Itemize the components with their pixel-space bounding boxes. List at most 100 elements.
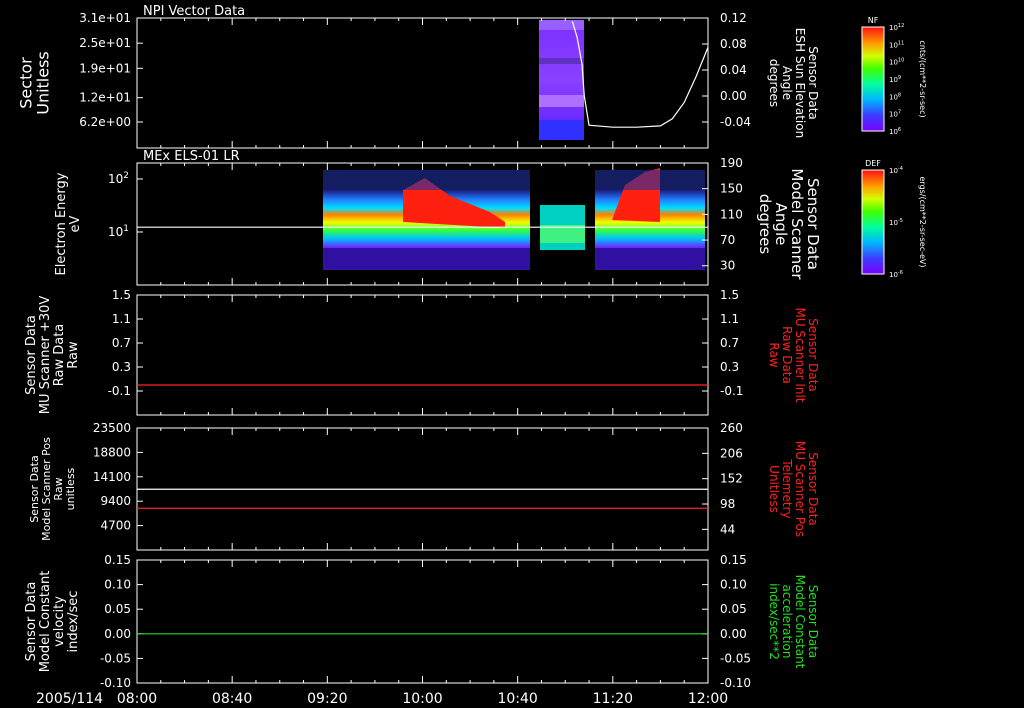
- y-axis-label-right: Raw Data: [780, 326, 794, 384]
- y-axis-label-left: Electron Energy: [54, 172, 69, 275]
- y-tick-label-right: 0.10: [720, 578, 747, 592]
- y-axis-label-right: Sensor Data: [806, 452, 820, 526]
- colorbar-tick-label: 10-5: [889, 218, 903, 227]
- y-tick-label-left: 6.2e+00: [79, 115, 131, 129]
- colorbar-unit-label: ergs/(cm**2-sr-sec-eV): [918, 176, 927, 267]
- y-axis-label-left: unitless: [64, 467, 77, 510]
- y-tick-label-right: 0.3: [720, 360, 739, 374]
- y-axis-label-right: Unitless: [767, 465, 781, 513]
- y-tick-label-right: 150: [720, 182, 743, 196]
- y-tick-label-right: 152: [720, 472, 743, 486]
- panel-title: MEx ELS-01 LR: [143, 149, 240, 164]
- y-tick-label-right: 0.04: [720, 63, 747, 77]
- colorbar-title: DEF: [865, 159, 881, 168]
- y-axis-label-right: Raw: [767, 342, 781, 367]
- y-tick-label-left: 3.1e+01: [79, 11, 131, 25]
- colorbar-tick-label: 1010: [889, 58, 904, 67]
- y-tick-label-right: 44: [720, 522, 735, 536]
- y-axis-label-right: Model Constant: [793, 575, 807, 669]
- y-axis-label-left: Model Constant: [38, 571, 53, 673]
- y-tick-label-left: -0.1: [108, 384, 131, 398]
- y-axis-label-right: Sensor Data: [806, 585, 820, 659]
- y-axis-label-right: index/sec**2: [767, 583, 781, 660]
- colorbar-tick-label: 107: [889, 110, 901, 119]
- y-axis-label-left: Sensor Data: [24, 315, 39, 395]
- y-axis-label-left: velocity: [52, 596, 67, 647]
- y-axis-label-right: Angle: [780, 66, 794, 100]
- y-axis-label-right: Sensor Data: [806, 46, 820, 120]
- y-tick-label-left: 1.1: [112, 312, 131, 326]
- y-axis-label-right: degrees: [756, 194, 774, 255]
- time-tick-label: 10:40: [497, 691, 537, 707]
- y-tick-label-left: 14100: [93, 470, 131, 484]
- y-tick-label-right: -0.10: [720, 676, 751, 690]
- y-axis-label-right: acceleration: [780, 585, 794, 659]
- time-tick-label: 10:00: [402, 691, 442, 707]
- panel-3: [136, 294, 709, 416]
- y-tick-label-right: 0.12: [720, 11, 747, 25]
- colorbar-title: NF: [868, 16, 879, 25]
- colorbar-tick-label: 108: [889, 92, 901, 101]
- colorbar-tick-label: 1011: [889, 40, 904, 49]
- panel-frame: [136, 559, 709, 684]
- y-tick-label-left: 0.05: [104, 602, 131, 616]
- colorbar-unit-label: cnts/(cm**2-sr-sec): [918, 40, 927, 117]
- y-axis-label-left: eV: [68, 215, 83, 232]
- colorbar-tick-label: 106: [889, 127, 901, 136]
- nf-colorbar: [861, 26, 885, 132]
- y-axis-label-right: MU Scanner Pos: [793, 441, 807, 537]
- colorbar-tick-label: 10-6: [889, 270, 903, 279]
- panel-5: [136, 559, 709, 684]
- date-label: 2005/114: [36, 691, 103, 707]
- sun-elevation-line: [571, 21, 709, 128]
- y-axis-label-right: ESH Sun Elevation: [793, 28, 807, 138]
- y-tick-label-right: 190: [720, 156, 743, 170]
- sensor-data-figure: NPI Vector Data 3.1e+01 2.5e+01 1.9e+01 1.2e…: [17, 4, 928, 707]
- y-tick-label-right: 0.08: [720, 37, 747, 51]
- y-tick-label-right: -0.05: [720, 651, 751, 665]
- y-axis-label-left: MU Scanner +30V: [38, 296, 53, 415]
- y-tick-label-right: 0.00: [720, 89, 747, 103]
- time-tick-label: 09:20: [307, 691, 347, 707]
- y-tick-label-left: 9400: [100, 494, 131, 508]
- panel-4: [136, 427, 709, 551]
- y-tick-label-left: 102: [108, 171, 129, 186]
- y-tick-label-right: 0.00: [720, 627, 747, 641]
- colorbar-tick-label: 109: [889, 75, 901, 84]
- def-colorbar: [861, 169, 885, 275]
- y-axis-label-left: Raw Data: [52, 324, 67, 387]
- y-tick-label-right: 70: [720, 233, 735, 247]
- y-tick-label-right: 0.7: [720, 336, 739, 350]
- y-tick-label-right: -0.04: [720, 115, 751, 129]
- y-tick-label-left: 1.9e+01: [79, 61, 131, 75]
- y-tick-label-left: 1.2e+01: [79, 91, 131, 105]
- y-tick-label-right: 1.1: [720, 312, 739, 326]
- y-axis-label-right: Telemetry: [780, 458, 794, 518]
- y-tick-label-left: 18800: [93, 445, 131, 459]
- y-axis-label-left: Raw: [66, 341, 81, 369]
- y-tick-label-left: 2.5e+01: [79, 36, 131, 50]
- panel-1: [136, 17, 709, 149]
- y-axis-label-right: MU Scanner Inlt: [793, 307, 807, 402]
- y-tick-label-left: -0.10: [100, 676, 131, 690]
- y-tick-label-right: 1.5: [720, 288, 739, 302]
- y-tick-label-right: 0.05: [720, 602, 747, 616]
- y-tick-label-right: 260: [720, 421, 743, 435]
- colorbar-tick-label: 10-4: [889, 166, 903, 175]
- y-axis-label-right: degrees: [767, 59, 781, 107]
- time-tick-label: 11:20: [593, 691, 633, 707]
- y-tick-label-left: 101: [108, 224, 129, 239]
- colorbar-tick-label: 1012: [889, 23, 904, 32]
- y-axis-label-left: Unitless: [34, 51, 53, 115]
- y-tick-label-left: 1.5: [112, 288, 131, 302]
- y-tick-label-left: 4700: [100, 519, 131, 533]
- time-tick-label: 08:40: [212, 691, 252, 707]
- time-tick-label: 08:00: [117, 691, 157, 707]
- y-tick-label-left: 0.10: [104, 578, 131, 592]
- y-axis-label-left: Sensor Data: [24, 582, 39, 662]
- y-axis-label-right: Sensor Data: [806, 318, 820, 392]
- y-tick-label-right: 98: [720, 497, 735, 511]
- panel-title: NPI Vector Data: [143, 4, 245, 19]
- y-tick-label-right: 110: [720, 207, 743, 221]
- y-tick-label-left: 0.7: [112, 336, 131, 350]
